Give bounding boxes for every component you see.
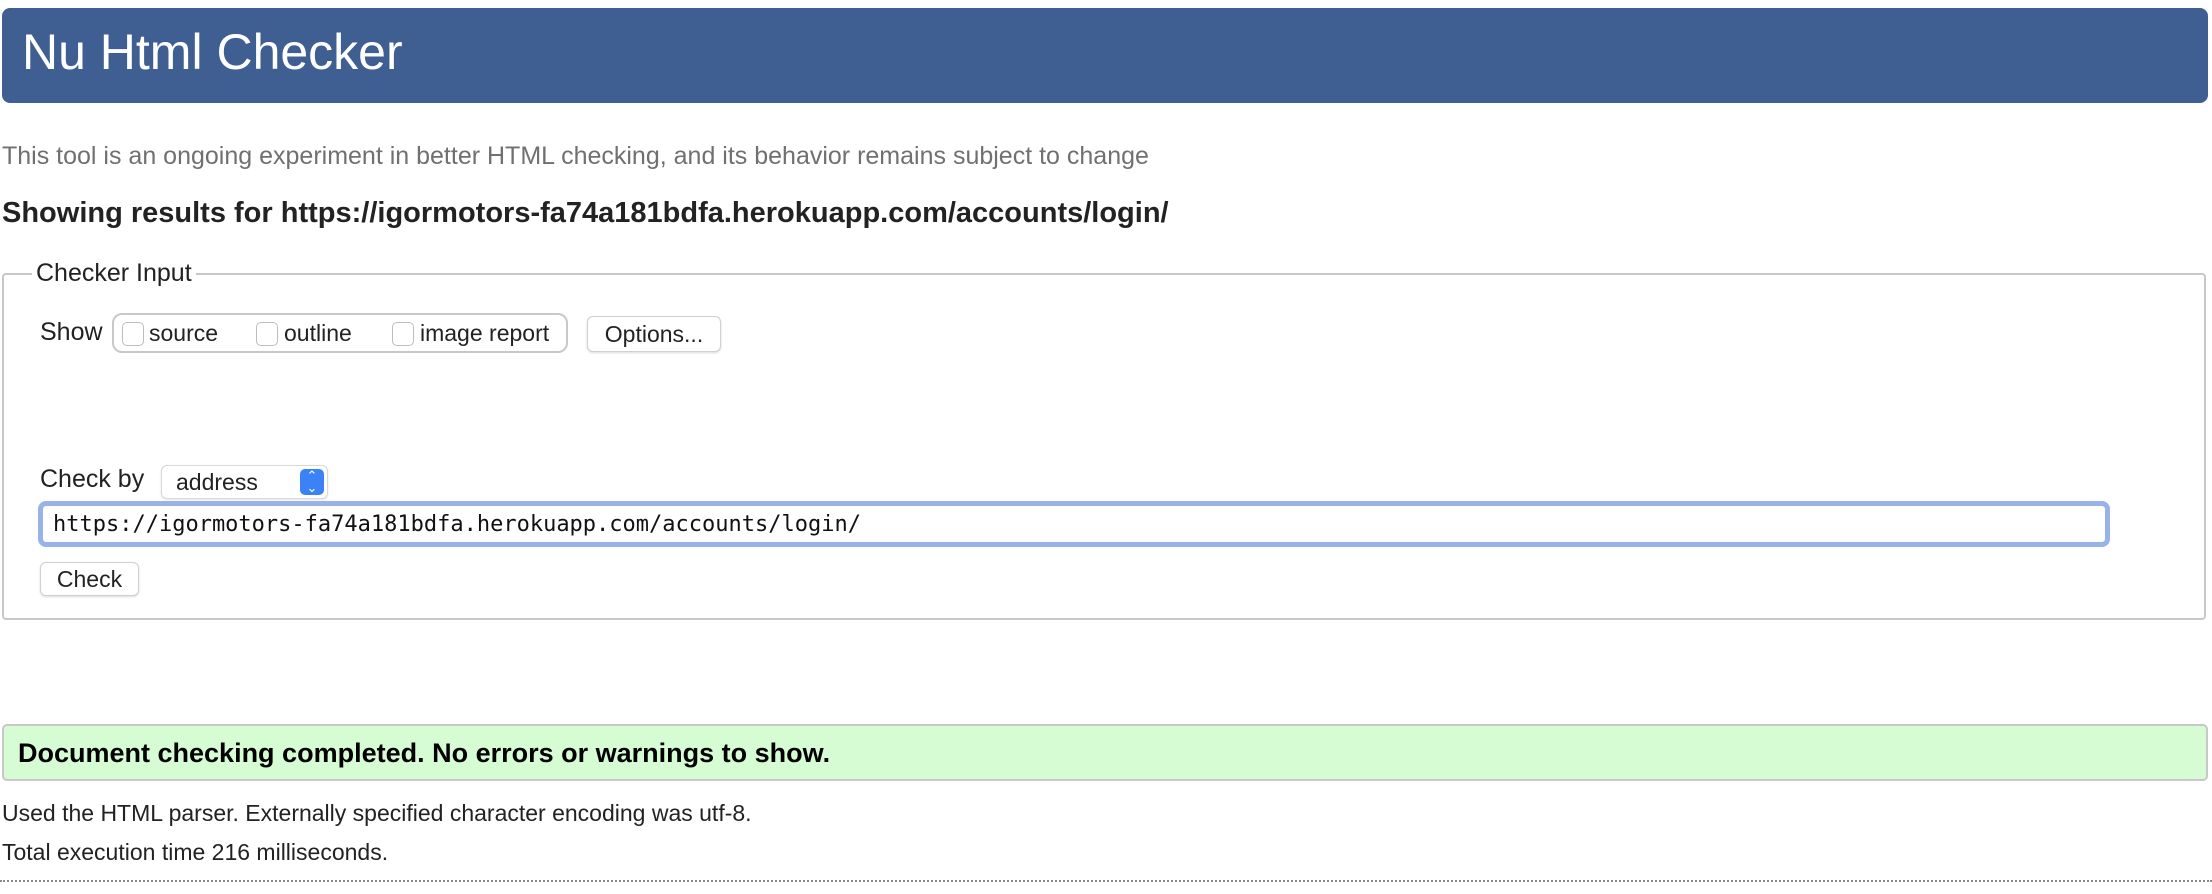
check-by-label: Check by xyxy=(40,465,145,493)
options-button[interactable]: Options... xyxy=(587,316,721,352)
image-report-checkbox[interactable] xyxy=(392,322,414,346)
check-button[interactable]: Check xyxy=(40,562,139,596)
outline-checkbox-label[interactable]: outline xyxy=(284,320,352,347)
tagline: This tool is an ongoing experiment in be… xyxy=(2,142,1149,170)
source-checkbox-label[interactable]: source xyxy=(149,320,218,347)
results-heading: Showing results for https://igormotors-f… xyxy=(2,197,1169,229)
divider xyxy=(0,880,2212,882)
source-checkbox[interactable] xyxy=(122,322,144,346)
show-label: Show xyxy=(40,318,103,346)
page-title: Nu Html Checker xyxy=(22,24,403,80)
checker-input-legend: Checker Input xyxy=(32,259,196,288)
select-chevron-updown-icon: ⌃ ⌄ xyxy=(300,469,324,495)
parser-info: Used the HTML parser. Externally specifi… xyxy=(2,800,752,826)
check-by-select[interactable]: address ⌃ ⌄ xyxy=(161,465,328,499)
execution-time: Total execution time 216 milliseconds. xyxy=(2,839,389,865)
image-report-checkbox-label[interactable]: image report xyxy=(420,320,549,347)
url-input[interactable] xyxy=(38,501,2110,547)
success-message: Document checking completed. No errors o… xyxy=(18,738,831,768)
check-by-selected-value: address xyxy=(176,469,258,495)
outline-checkbox[interactable] xyxy=(256,322,278,346)
